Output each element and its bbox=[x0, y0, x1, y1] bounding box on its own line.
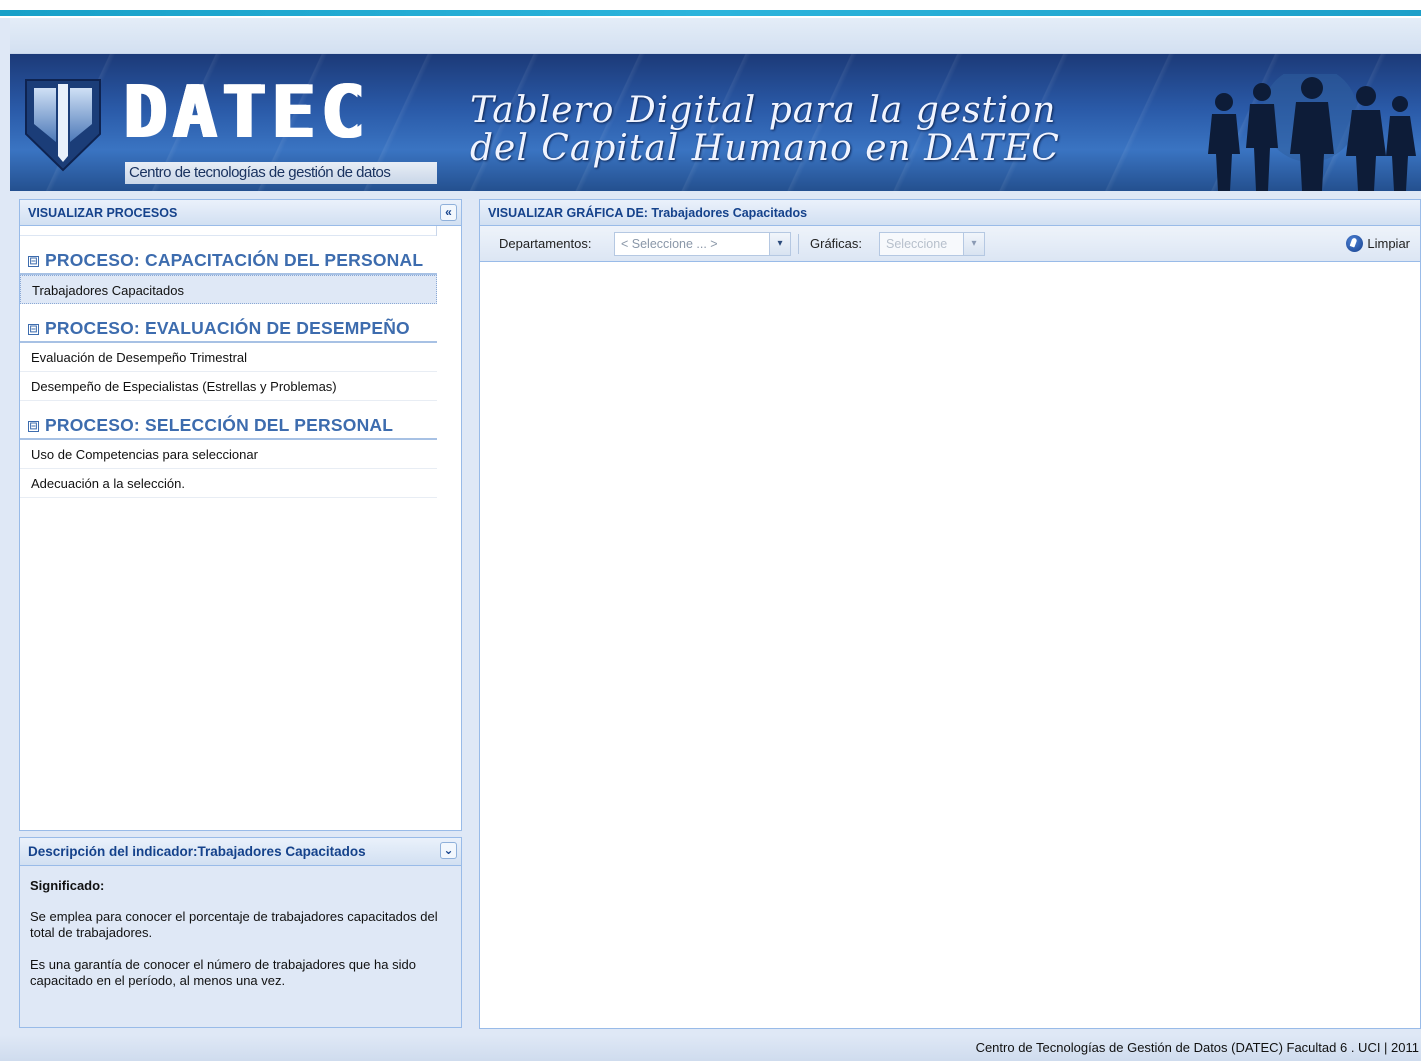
chart-panel-header: VISUALIZAR GRÁFICA DE: Trabajadores Capa… bbox=[480, 200, 1420, 226]
process-item-desempeno-especialistas[interactable]: Desempeño de Especialistas (Estrellas y … bbox=[20, 372, 437, 401]
footer-credits: Centro de Tecnologías de Gestión de Dato… bbox=[0, 1035, 1421, 1061]
logo-subtitle: Centro de tecnologías de gestión de dato… bbox=[125, 162, 437, 184]
chart-panel: VISUALIZAR GRÁFICA DE: Trabajadores Capa… bbox=[479, 199, 1421, 1029]
banner-title: Tablero Digital para la gestion del Capi… bbox=[470, 92, 1190, 168]
departamentos-select[interactable]: < Seleccione ... > ▾ bbox=[614, 232, 791, 256]
collapse-left-icon[interactable]: « bbox=[440, 204, 457, 221]
process-item-adecuacion-seleccion[interactable]: Adecuación a la selección. bbox=[20, 469, 437, 498]
processes-panel-title: VISUALIZAR PROCESOS bbox=[28, 206, 178, 220]
process-item-uso-competencias[interactable]: Uso de Competencias para seleccionar bbox=[20, 440, 437, 469]
graficas-select-value: Seleccione bbox=[886, 237, 948, 251]
group-capacitacion[interactable]: ⊟ PROCESO: CAPACITACIÓN DEL PERSONAL bbox=[20, 236, 437, 275]
group-title-label: PROCESO: CAPACITACIÓN DEL PERSONAL bbox=[45, 250, 424, 270]
top-accent-bar bbox=[0, 10, 1421, 16]
collapse-toggle-icon[interactable]: ⊟ bbox=[28, 324, 39, 335]
description-body: Significado: Se emplea para conocer el p… bbox=[20, 866, 461, 1017]
header-banner: DATEC Centro de tecnologías de gestión d… bbox=[10, 54, 1421, 191]
chevron-down-icon[interactable]: ▾ bbox=[769, 233, 790, 255]
description-panel-title: Descripción del indicador:Trabajadores C… bbox=[28, 844, 366, 859]
logo-wordmark: DATEC bbox=[122, 70, 369, 154]
description-paragraph-1: Se emplea para conocer el porcentaje de … bbox=[30, 909, 438, 940]
group-title-label: PROCESO: EVALUACIÓN DE DESEMPEÑO bbox=[45, 318, 410, 338]
top-toolbar-strip bbox=[10, 18, 1421, 54]
departamentos-label: Departamentos: bbox=[499, 236, 592, 251]
graficas-select[interactable]: Seleccione ▾ bbox=[879, 232, 985, 256]
collapse-toggle-icon[interactable]: ⊟ bbox=[28, 421, 39, 432]
processes-panel: VISUALIZAR PROCESOS « ⊟ PROCESO: CAPACITA… bbox=[19, 199, 462, 831]
chart-area bbox=[480, 262, 1420, 1028]
departamentos-select-value: < Seleccione ... > bbox=[621, 237, 718, 251]
top-accent-strip bbox=[0, 0, 1421, 18]
group-seleccion[interactable]: ⊟ PROCESO: SELECCIÓN DEL PERSONAL bbox=[20, 401, 437, 440]
banner-title-line1: Tablero Digital para la gestion bbox=[470, 90, 1057, 131]
banner-title-line2: del Capital Humano en DATEC bbox=[470, 128, 1060, 169]
chart-panel-title: VISUALIZAR GRÁFICA DE: Trabajadores Capa… bbox=[488, 206, 808, 220]
group-evaluacion[interactable]: ⊟ PROCESO: EVALUACIÓN DE DESEMPEÑO bbox=[20, 304, 437, 343]
process-item-trabajadores-capacitados[interactable]: Trabajadores Capacitados bbox=[20, 275, 437, 304]
people-silhouettes-image bbox=[1208, 74, 1416, 191]
chevron-down-icon[interactable]: ▾ bbox=[963, 233, 984, 255]
clear-button-label: Limpiar bbox=[1367, 236, 1410, 251]
processes-panel-header: VISUALIZAR PROCESOS « bbox=[20, 200, 461, 226]
toolbar-separator bbox=[798, 234, 799, 254]
chart-toolbar: Departamentos: < Seleccione ... > ▾ Gráf… bbox=[480, 226, 1420, 262]
datec-logo-icon bbox=[25, 79, 101, 172]
tree-top-strip bbox=[20, 226, 437, 236]
graficas-label: Gráficas: bbox=[810, 236, 863, 251]
clear-icon bbox=[1346, 235, 1364, 252]
description-panel-header: Descripción del indicador:Trabajadores C… bbox=[20, 838, 461, 866]
description-paragraph-2: Es una garantía de conocer el número de … bbox=[30, 957, 416, 988]
process-item-evaluacion-trimestral[interactable]: Evaluación de Desempeño Trimestral bbox=[20, 343, 437, 372]
group-title-label: PROCESO: SELECCIÓN DEL PERSONAL bbox=[45, 415, 394, 435]
description-heading: Significado: bbox=[30, 878, 105, 893]
collapse-toggle-icon[interactable]: ⊟ bbox=[28, 256, 39, 267]
indicator-description-panel: Descripción del indicador:Trabajadores C… bbox=[19, 837, 462, 1028]
expand-description-icon[interactable]: ⌄ bbox=[440, 842, 457, 859]
clear-button[interactable]: Limpiar bbox=[1346, 233, 1410, 255]
